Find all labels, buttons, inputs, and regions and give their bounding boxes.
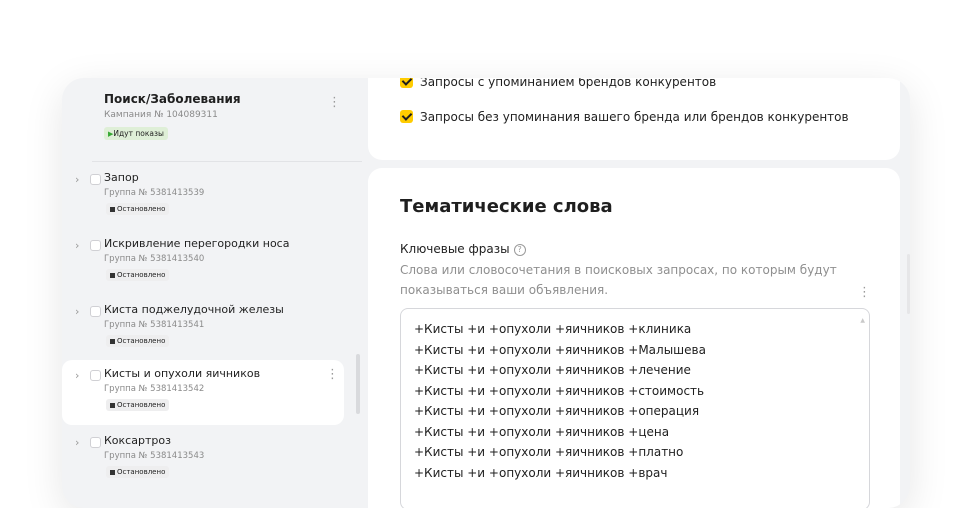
stop-icon xyxy=(110,469,115,475)
option-label: Запросы без упоминания вашего бренда или… xyxy=(420,110,849,124)
status-badge: ▶Идут показы xyxy=(104,127,168,140)
competitor-brands-option[interactable]: Запросы с упоминанием брендов конкуренто… xyxy=(400,78,716,89)
group-checkbox[interactable] xyxy=(90,370,101,381)
group-item[interactable]: › Киста поджелудочной железы Группа № 53… xyxy=(62,303,344,365)
stop-icon xyxy=(110,206,115,212)
campaign-title: Поиск/Заболевания xyxy=(104,92,241,106)
keyword-line: +Кисты +и +опухоли +яичников +стоимость xyxy=(414,383,705,398)
chevron-right-icon[interactable]: › xyxy=(75,239,79,252)
sidebar-scrollbar[interactable] xyxy=(356,354,360,414)
stop-icon xyxy=(110,272,115,278)
group-checkbox[interactable] xyxy=(90,437,101,448)
group-name: Кисты и опухоли яичников xyxy=(104,367,261,380)
group-name: Киста поджелудочной железы xyxy=(104,303,284,316)
chevron-right-icon[interactable]: › xyxy=(75,305,79,318)
status-badge-label: Остановлено xyxy=(117,337,166,345)
section-title: Тематические слова xyxy=(400,196,613,217)
checkbox-checked[interactable] xyxy=(400,110,413,123)
keywords-textarea[interactable]: +Кисты +и +опухоли +яичников +клиника +К… xyxy=(400,308,870,508)
keywords-label-text: Ключевые фразы xyxy=(400,242,510,256)
group-checkbox[interactable] xyxy=(90,174,101,185)
status-badge: Остановлено xyxy=(106,466,170,478)
group-item[interactable]: › Коксартроз Группа № 5381413543 Останов… xyxy=(62,434,344,496)
keyword-line: +Кисты +и +опухоли +яичников +платно xyxy=(414,445,684,459)
keyword-line: +Кисты +и +опухоли +яичников +Малышева xyxy=(414,342,706,357)
keyword-line: +Кисты +и +опухоли +яичников +операция xyxy=(414,404,700,418)
status-badge-label: Остановлено xyxy=(117,401,166,409)
keyword-line: +Кисты +и +опухоли +яичников +врач xyxy=(414,465,668,480)
keywords-menu-icon[interactable]: ⋮ xyxy=(858,286,871,299)
app-window: Поиск/Заболевания Кампания № 104089311 ▶… xyxy=(62,78,910,508)
group-checkbox[interactable] xyxy=(90,306,101,317)
status-badge-label: Остановлено xyxy=(117,271,166,279)
queries-card: Запросы с упоминанием брендов конкуренто… xyxy=(368,78,900,160)
group-item[interactable]: › Запор Группа № 5381413539 Остановлено xyxy=(62,171,344,233)
keyword-line: +Кисты +и +опухоли +яичников +цена xyxy=(414,424,670,439)
campaign-number: Кампания № 104089311 xyxy=(104,110,218,120)
group-menu-icon[interactable]: ⋮ xyxy=(326,368,339,381)
chevron-right-icon[interactable]: › xyxy=(75,173,79,186)
group-item[interactable]: › Искривление перегородки носа Группа № … xyxy=(62,237,344,299)
campaign-item[interactable]: Поиск/Заболевания Кампания № 104089311 ▶… xyxy=(104,92,352,140)
status-badge-label: Остановлено xyxy=(117,468,166,476)
status-badge: Остановлено xyxy=(106,335,170,347)
campaign-menu-icon[interactable]: ⋮ xyxy=(328,96,341,109)
scroll-up-icon[interactable]: ▲ xyxy=(860,317,865,324)
status-badge: Остановлено xyxy=(106,399,170,411)
group-item-active[interactable]: › Кисты и опухоли яичников Группа № 5381… xyxy=(62,360,344,425)
keyword-line: +Кисты +и +опухоли +яичников +клиника xyxy=(414,322,692,336)
help-icon[interactable]: ? xyxy=(513,244,526,256)
divider xyxy=(92,161,362,162)
status-badge-label: Идут показы xyxy=(113,129,164,138)
chevron-right-icon[interactable]: › xyxy=(75,369,79,382)
group-number: Группа № 5381413539 xyxy=(104,188,205,198)
option-label: Запросы с упоминанием брендов конкуренто… xyxy=(420,78,717,89)
checkbox-checked[interactable] xyxy=(400,78,413,88)
group-name: Искривление перегородки носа xyxy=(104,237,290,250)
group-number: Группа № 5381413543 xyxy=(104,451,205,461)
sidebar: Поиск/Заболевания Кампания № 104089311 ▶… xyxy=(62,78,362,508)
group-number: Группа № 5381413540 xyxy=(104,254,205,264)
keywords-hint: Слова или словосочетания в поисковых зап… xyxy=(400,263,837,297)
group-name: Запор xyxy=(104,171,139,184)
status-badge: Остановлено xyxy=(106,269,170,281)
stop-icon xyxy=(110,402,115,408)
keywords-list: +Кисты +и +опухоли +яичников +клиника +К… xyxy=(414,319,706,483)
group-checkbox[interactable] xyxy=(90,240,101,251)
group-number: Группа № 5381413542 xyxy=(104,384,205,394)
no-brands-option[interactable]: Запросы без упоминания вашего бренда или… xyxy=(400,110,849,124)
keyword-line: +Кисты +и +опухоли +яичников +лечение xyxy=(414,363,691,377)
group-number: Группа № 5381413541 xyxy=(104,320,205,330)
thematic-words-card: Тематические слова Ключевые фразы? Слова… xyxy=(368,168,900,508)
stop-icon xyxy=(110,338,115,344)
group-name: Коксартроз xyxy=(104,434,171,447)
keywords-label: Ключевые фразы? xyxy=(400,242,526,256)
status-badge-label: Остановлено xyxy=(117,205,166,213)
chevron-right-icon[interactable]: › xyxy=(75,436,79,449)
page-scrollbar[interactable] xyxy=(907,254,910,314)
status-badge: Остановлено xyxy=(106,203,170,215)
